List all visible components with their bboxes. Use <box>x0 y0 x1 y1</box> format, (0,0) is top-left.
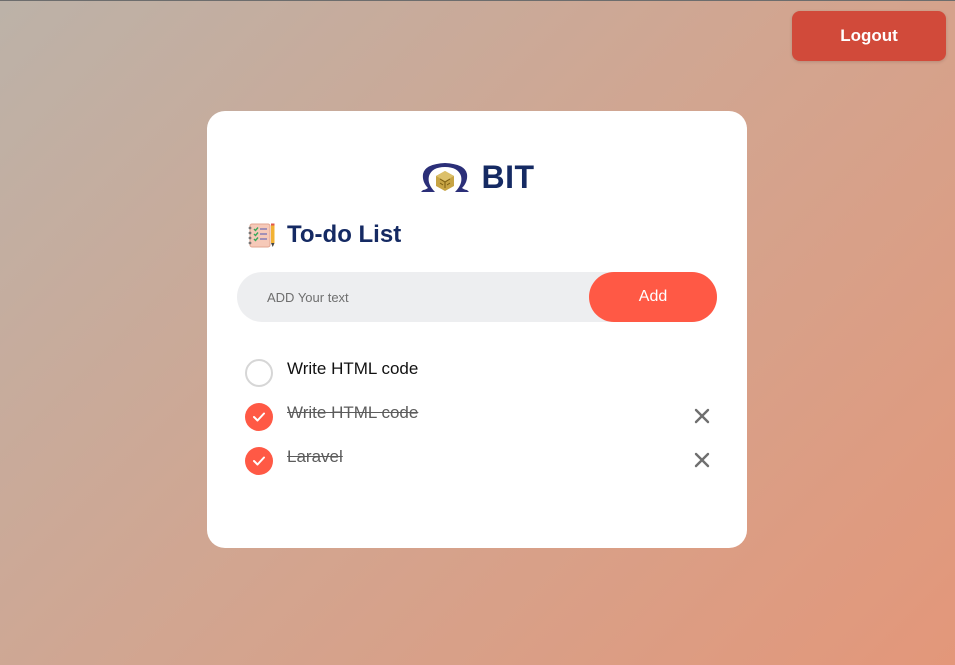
brand-name: BIT <box>481 158 535 195</box>
bit-logo-icon <box>419 160 471 194</box>
task-text[interactable]: Write HTML code <box>287 403 418 423</box>
task-input[interactable] <box>237 272 587 322</box>
close-icon[interactable] <box>693 451 711 469</box>
todo-card: BIT To-do List ADD Your text Add Write H… <box>207 111 747 548</box>
unchecked-circle-icon[interactable] <box>245 359 273 387</box>
add-task-row: Add <box>237 272 717 322</box>
brand: BIT <box>207 157 747 197</box>
task-text[interactable]: Laravel <box>287 447 343 467</box>
logout-button[interactable]: Logout <box>792 11 946 61</box>
task-item[interactable]: Laravel <box>245 436 715 480</box>
close-icon[interactable] <box>693 407 711 425</box>
checked-circle-icon[interactable] <box>245 403 273 431</box>
task-item[interactable]: Write HTML code <box>245 348 715 392</box>
add-task-button[interactable]: Add <box>589 272 717 322</box>
checked-circle-icon[interactable] <box>245 447 273 475</box>
checklist-notepad-icon <box>247 221 277 249</box>
todo-heading-title: To-do List <box>287 221 402 248</box>
task-list: Write HTML code Write HTML code Laravel <box>245 348 715 480</box>
todo-heading: To-do List <box>247 221 401 249</box>
task-text[interactable]: Write HTML code <box>287 359 418 379</box>
task-item[interactable]: Write HTML code <box>245 392 715 436</box>
